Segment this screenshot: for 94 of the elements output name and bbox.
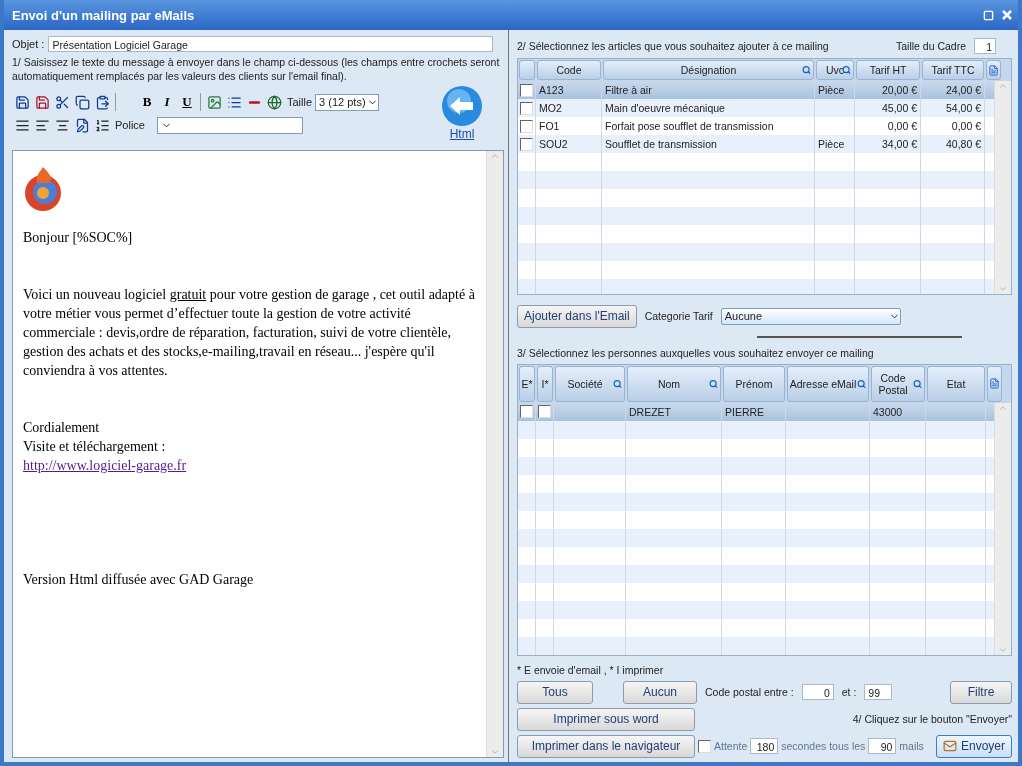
html-button[interactable]: Html — [442, 86, 482, 141]
column-header[interactable]: Société — [555, 365, 625, 402]
globe-icon[interactable] — [266, 94, 282, 110]
select-none-button[interactable]: Aucun — [623, 681, 697, 704]
column-header[interactable]: E* — [519, 365, 535, 402]
subject-field[interactable]: Présentation Logiciel Garage — [48, 36, 494, 52]
column-header[interactable]: Code — [537, 60, 601, 80]
closing-text: Cordialement — [23, 419, 101, 437]
column-header[interactable]: Désignation — [603, 60, 814, 80]
cut-icon[interactable] — [54, 94, 70, 110]
frame-size-label: Taille du Cadre — [895, 40, 966, 52]
search-icon[interactable] — [842, 65, 851, 75]
window-title: Envoi d'un mailing par eMails — [12, 7, 195, 23]
visit-text: Visite et téléchargement : — [23, 438, 167, 456]
table-cell: 43000 — [870, 402, 926, 421]
image-icon[interactable] — [206, 94, 222, 110]
list-icon[interactable] — [226, 94, 242, 110]
contacts-label: 3/ Sélectionnez les personnes auxquelles vous souhaitez envoyer ce mailing — [517, 345, 875, 360]
checkbox[interactable] — [520, 119, 533, 133]
save-as-icon[interactable] — [34, 94, 50, 110]
maximize-icon[interactable] — [983, 9, 994, 21]
table-row[interactable]: A123 Filtre à air Pièce 20,00 € 24,00 € — [518, 81, 994, 99]
price-category-dropdown[interactable]: Aucune — [720, 307, 901, 325]
subject-label: Objet : — [12, 38, 45, 50]
flame-logo-icon — [23, 165, 63, 213]
postal-code-label: Code postal entre : — [705, 686, 794, 699]
column-header[interactable]: Etat — [927, 365, 985, 402]
table-row[interactable]: SOU2 Soufflet de transmission Pièce 34,00 € 40,80 € — [518, 135, 994, 153]
postal-to-field[interactable]: 99 — [864, 684, 893, 701]
wait-label: Attente — [714, 740, 748, 753]
website-link[interactable]: http://www.logiciel-garage.fr — [23, 458, 187, 473]
wait-seconds-field[interactable]: 180 — [750, 738, 779, 755]
align-center-icon[interactable] — [54, 117, 70, 133]
column-header[interactable]: Nom — [627, 365, 721, 402]
column-header[interactable]: I* — [537, 365, 553, 402]
columns-icon[interactable] — [989, 378, 1000, 390]
column-header[interactable]: Code Postal — [871, 365, 925, 402]
greeting-text: Bonjour [%SOC%] — [23, 229, 134, 247]
checkbox[interactable] — [538, 405, 551, 419]
font-label: Police — [115, 119, 145, 131]
search-icon[interactable] — [709, 379, 718, 389]
checkbox[interactable] — [520, 137, 533, 151]
mails-label: mails — [899, 740, 924, 753]
format-button[interactable]: B — [137, 93, 157, 111]
frame-size-field[interactable]: 1 — [974, 38, 996, 54]
mails-count-field[interactable]: 90 — [868, 738, 897, 755]
column-header[interactable]: Adresse eMail — [787, 365, 869, 402]
search-icon[interactable] — [857, 379, 866, 389]
instructions-text: 1/ Saisissez le texte du message à envoyer dans le champ ci-dessous (les champs entre crochets seront automatiquement remplacés par les valeurs des clients sur l'email final). — [12, 55, 501, 83]
numbered-list-icon[interactable] — [94, 117, 110, 133]
legend-text: * E envoie d'email , * I imprimer — [517, 663, 665, 677]
paste-icon[interactable] — [94, 94, 110, 110]
size-dropdown[interactable]: 3 (12 pts) — [315, 93, 380, 111]
postal-from-field[interactable]: 0 — [801, 684, 834, 701]
checkbox[interactable] — [698, 740, 711, 753]
body-text: Voici un nouveau logiciel gratuit pour votre gestion de garage , cet outil adapté à votre métier vous permet d’effectuer toute la gestion de votre activité commerciale : devis,ordre de réparation, facturation, suivi de votre clientèle, gestion des achats et des stocks,e-mailing,travail en réseau... j'espère qu'il conviendra à vos attentes. — [23, 286, 476, 380]
columns-icon[interactable] — [988, 64, 999, 76]
checkbox[interactable] — [520, 101, 533, 115]
format-button[interactable]: I — [157, 93, 177, 111]
envelope-icon — [942, 739, 957, 754]
copy-icon[interactable] — [74, 94, 90, 110]
search-icon[interactable] — [802, 65, 811, 75]
column-header[interactable]: Tarif TTC — [922, 60, 984, 80]
search-icon[interactable] — [613, 379, 622, 389]
seconds-label: secondes tous les — [781, 740, 866, 753]
format-button[interactable]: U — [177, 93, 197, 111]
column-header[interactable]: Tarif HT — [856, 60, 920, 80]
column-header[interactable]: Prénom — [723, 365, 785, 402]
table-cell: DREZET — [626, 402, 722, 421]
edit-icon[interactable] — [74, 117, 90, 133]
align-left-icon[interactable] — [34, 117, 50, 133]
table-cell: PIERRE — [722, 402, 786, 421]
print-word-button[interactable]: Imprimer sous word — [517, 708, 695, 731]
message-editor[interactable] — [12, 150, 504, 758]
close-icon[interactable] — [1002, 9, 1012, 20]
search-icon[interactable] — [913, 379, 922, 389]
table-row[interactable]: MO2 Main d'oeuvre mécanique 45,00 € 54,00 € — [518, 99, 994, 117]
checkbox[interactable] — [520, 405, 533, 419]
postal-and-label: et : — [841, 686, 857, 699]
font-dropdown[interactable] — [156, 116, 303, 134]
size-label: Taille — [287, 96, 313, 108]
save-icon[interactable] — [14, 94, 30, 110]
justify-icon[interactable] — [14, 117, 30, 133]
price-category-label: Categorie Tarif — [644, 310, 713, 323]
select-all-button[interactable]: Tous — [517, 681, 593, 704]
articles-label: 2/ Sélectionnez les articles que vous souhaitez ajouter à ce mailing — [517, 39, 829, 53]
step4-text: 4/ Cliquez sur le bouton "Envoyer" — [852, 712, 1012, 727]
add-to-email-button[interactable]: Ajouter dans l'Email — [517, 304, 637, 328]
print-browser-button[interactable]: Imprimer dans le navigateur — [517, 735, 695, 758]
column-header[interactable]: Uvc — [816, 60, 854, 80]
send-button[interactable]: Envoyer — [935, 735, 1012, 758]
filter-button[interactable]: Filtre — [950, 681, 1012, 704]
checkbox[interactable] — [520, 83, 533, 97]
footer-text: Version Html diffusée avec GAD Garage — [23, 571, 255, 589]
